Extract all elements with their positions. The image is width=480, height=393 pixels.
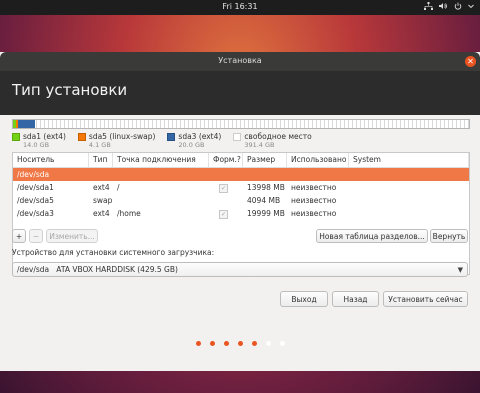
revert-button[interactable]: Вернуть [430, 229, 468, 243]
legend-size: 20.0 GB [178, 141, 205, 149]
bootloader-label: Устройство для установки системного загр… [12, 248, 215, 257]
progress-dot [237, 341, 243, 346]
cell-format: ✓ [209, 207, 243, 220]
sda3-segment [18, 120, 35, 128]
cell-system [349, 181, 469, 194]
legend-name: sda5 (linux-swap) [88, 132, 156, 141]
chevron-down-icon[interactable] [468, 2, 474, 10]
cell-size [243, 168, 287, 181]
cell-used: неизвестно [291, 196, 337, 205]
install-now-button[interactable]: Установить сейчас [383, 291, 468, 307]
table-row[interactable]: /dev/sda3 ext4 /home ✓ 19999 MB неизвест… [13, 207, 469, 220]
chevron-down-icon: ▼ [457, 266, 463, 274]
cell-mount: /home [117, 209, 141, 218]
column-header-type[interactable]: Тип [89, 153, 113, 167]
window-title: Установка [218, 56, 262, 65]
cell-type: ext4 [93, 183, 110, 192]
bootloader-device-select[interactable]: /dev/sda ATA VBOX HARDDISK (429.5 GB) ▼ [12, 262, 468, 277]
legend-name: свободное место [244, 132, 312, 141]
cell-type: ext4 [93, 209, 110, 218]
network-icon[interactable] [424, 2, 433, 10]
format-checkbox[interactable]: ✓ [219, 184, 228, 193]
legend-item-sda5: sda5 (linux-swap) 4.1 GB [77, 132, 156, 149]
legend-swatch [233, 133, 242, 141]
close-icon[interactable]: ✕ [465, 56, 476, 67]
legend-name: sda1 (ext4) [23, 132, 66, 141]
cell-mount: / [117, 183, 120, 192]
legend-name: sda3 (ext4) [178, 132, 222, 141]
bootloader-device-value: /dev/sda ATA VBOX HARDDISK (429.5 GB) [17, 265, 178, 274]
cell-device: /dev/sda5 [17, 196, 54, 205]
column-header-size[interactable]: Размер [243, 153, 287, 167]
cell-system [349, 194, 469, 207]
column-header-format[interactable]: Форм.? [209, 153, 243, 167]
system-tray[interactable] [424, 2, 474, 10]
volume-icon[interactable] [439, 2, 448, 10]
cell-used [287, 168, 349, 181]
cell-used: неизвестно [291, 183, 337, 192]
page-header: Тип установки [0, 71, 480, 115]
column-header-system[interactable]: System [349, 153, 469, 167]
table-header: Носитель Тип Точка подключения Форм.? Ра… [13, 153, 469, 168]
cell-format [209, 194, 243, 207]
format-checkbox[interactable]: ✓ [219, 210, 228, 219]
cell-size: 13998 MB [247, 183, 285, 192]
cell-type: swap [93, 196, 113, 205]
power-icon[interactable] [454, 2, 462, 10]
legend-size: 4.1 GB [88, 141, 111, 149]
progress-dot [195, 341, 201, 346]
progress-dot [279, 341, 285, 346]
table-row[interactable]: /dev/sda1 ext4 / ✓ 13998 MB неизвестно [13, 181, 469, 194]
quit-button[interactable]: Выход [280, 291, 328, 307]
installer-window: Установка ✕ Тип установки sda1 (ext4) 14.… [0, 52, 480, 371]
cell-mount [113, 194, 209, 207]
progress-dot [223, 341, 229, 346]
cell-system [349, 207, 469, 220]
cell-type [89, 168, 113, 181]
page-title: Тип установки [12, 81, 128, 99]
legend-swatch [12, 133, 20, 141]
progress-dot [251, 341, 257, 346]
cell-device: /dev/sda3 [17, 209, 54, 218]
new-partition-table-button[interactable]: Новая таблица разделов... [316, 229, 428, 243]
cell-device: /dev/sda [17, 170, 50, 179]
window-titlebar[interactable]: Установка ✕ [0, 52, 480, 71]
legend-item-sda1: sda1 (ext4) 14.0 GB [12, 132, 66, 149]
table-row[interactable]: /dev/sda [13, 168, 469, 181]
progress-dot [209, 341, 215, 346]
top-panel: Fri 16:31 [0, 0, 480, 15]
installation-progress [0, 341, 480, 346]
remove-partition-button[interactable]: − [29, 229, 43, 243]
change-partition-button[interactable]: Изменить... [46, 229, 98, 243]
legend-item-free: свободное место 391.4 GB [233, 132, 312, 149]
column-header-mount[interactable]: Точка подключения [113, 153, 209, 167]
cell-used: неизвестно [291, 209, 337, 218]
add-partition-button[interactable]: + [12, 229, 26, 243]
column-header-used[interactable]: Использовано [287, 153, 349, 167]
cell-system [349, 168, 469, 181]
cell-format [209, 168, 243, 181]
partition-legend: sda1 (ext4) 14.0 GB sda5 (linux-swap) 4.1 … [12, 132, 312, 149]
cell-device: /dev/sda1 [17, 183, 54, 192]
legend-swatch [77, 133, 86, 141]
cell-mount [113, 168, 209, 181]
back-button[interactable]: Назад [332, 291, 379, 307]
column-header-device[interactable]: Носитель [13, 153, 89, 167]
cell-format: ✓ [209, 181, 243, 194]
cell-size: 4094 MB [247, 196, 281, 205]
legend-item-sda3: sda3 (ext4) 20.0 GB [167, 132, 221, 149]
legend-swatch [167, 133, 176, 141]
cell-size: 19999 MB [247, 209, 285, 218]
table-row[interactable]: /dev/sda5 swap 4094 MB неизвестно [13, 194, 469, 207]
clock[interactable]: Fri 16:31 [0, 2, 480, 11]
legend-size: 14.0 GB [23, 141, 50, 149]
legend-size: 391.4 GB [244, 141, 275, 149]
disk-usage-bar [12, 119, 470, 129]
progress-dot [265, 341, 271, 346]
